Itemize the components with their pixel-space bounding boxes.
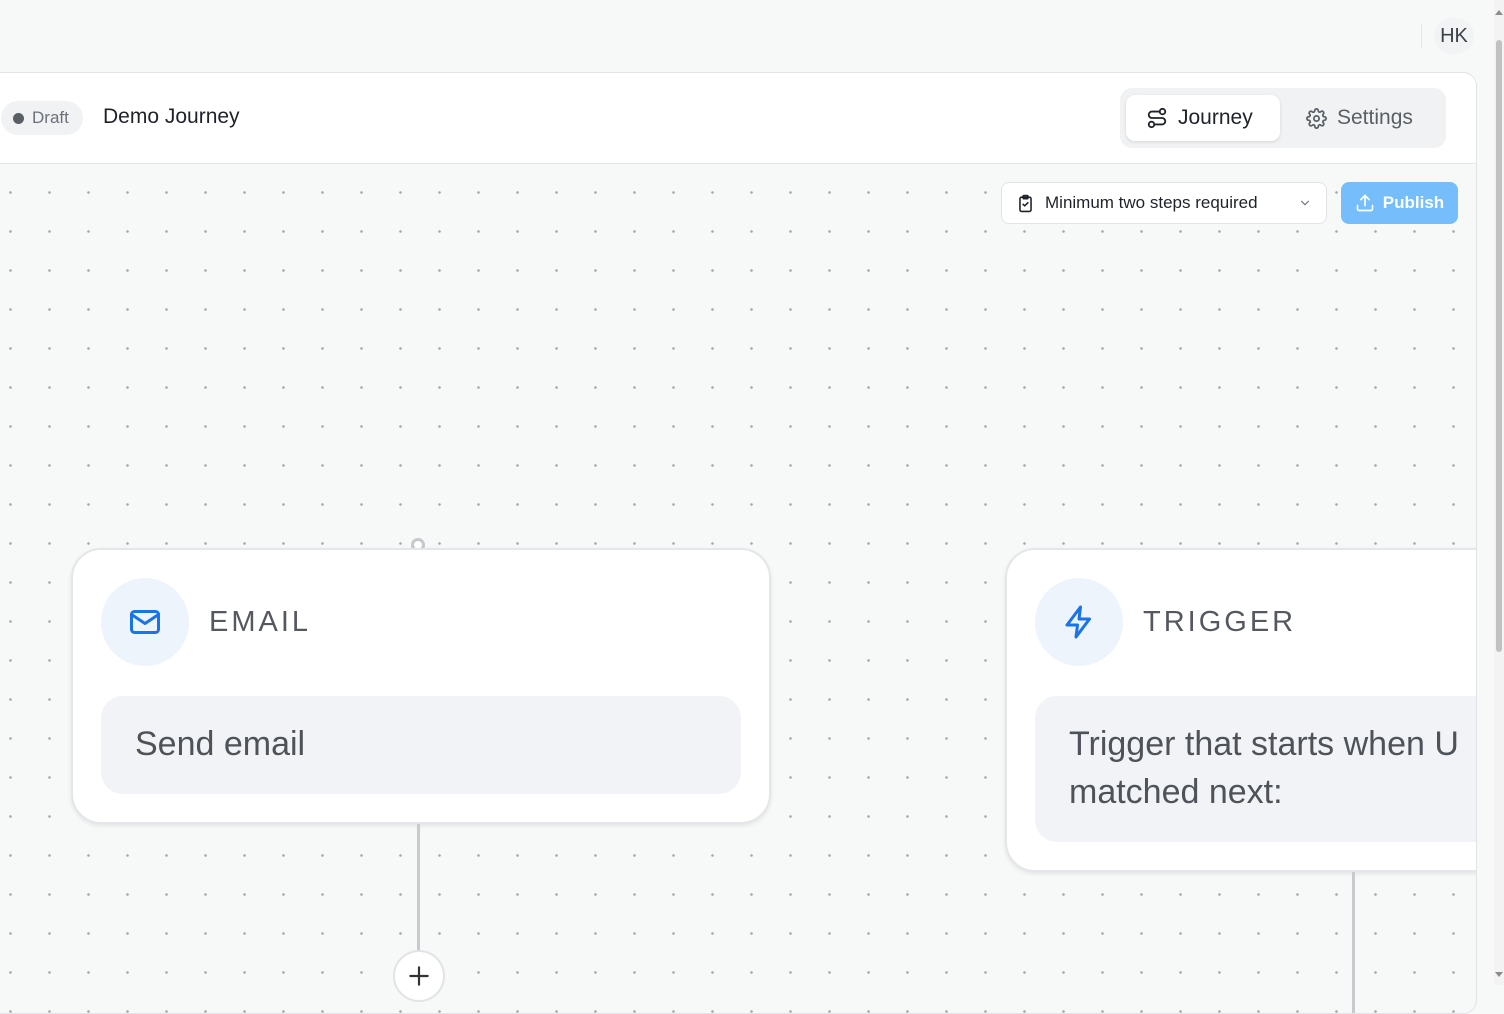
mail-icon (130, 610, 160, 634)
tab-settings[interactable]: Settings (1286, 95, 1440, 141)
tab-journey[interactable]: Journey (1126, 95, 1280, 141)
journey-canvas[interactable]: Minimum two steps required Publish EMAIL… (0, 164, 1476, 1013)
view-switcher: Journey Settings (1120, 88, 1446, 148)
add-step-button[interactable] (393, 950, 445, 1002)
upload-icon (1356, 194, 1374, 212)
scroll-down-arrow-icon[interactable] (1495, 972, 1503, 977)
clipboard-check-icon (1019, 194, 1032, 212)
top-bar: HK (0, 0, 1494, 72)
tab-settings-label: Settings (1337, 106, 1413, 129)
trigger-node-icon-wrap (1035, 578, 1123, 666)
trigger-description-line2: matched next: (1069, 773, 1283, 811)
status-badge-label: Draft (32, 108, 69, 127)
validation-label: Minimum two steps required (1045, 193, 1258, 212)
gear-icon (1306, 107, 1327, 129)
avatar[interactable]: HK (1434, 18, 1474, 54)
trigger-node-type: TRIGGER (1143, 606, 1297, 638)
vertical-scrollbar[interactable] (1494, 0, 1504, 985)
journey-editor-panel: Draft Demo Journey Journey Settings Mini… (0, 72, 1477, 1014)
scroll-up-arrow-icon[interactable] (1495, 10, 1503, 15)
trigger-connector-line (1352, 872, 1355, 1013)
trigger-description-line1: Trigger that starts when U (1069, 725, 1459, 763)
journey-header: Draft Demo Journey Journey Settings (0, 73, 1476, 164)
publish-label: Publish (1382, 193, 1445, 212)
lightning-icon (1065, 605, 1091, 639)
tab-journey-label: Journey (1178, 106, 1253, 129)
chevron-down-icon (1300, 200, 1310, 206)
connector-line (417, 824, 420, 950)
plus-icon (409, 966, 429, 986)
scrollbar-thumb[interactable] (1496, 40, 1502, 652)
journey-title[interactable]: Demo Journey (103, 105, 240, 129)
publish-button[interactable]: Publish (1341, 182, 1458, 224)
route-icon (1147, 107, 1167, 129)
email-node-icon-wrap (101, 578, 189, 666)
status-dot-icon (13, 112, 24, 124)
email-node-type: EMAIL (209, 606, 312, 638)
trigger-node-description: Trigger that starts when U matched next: (1035, 696, 1476, 842)
email-node[interactable]: EMAIL Send email (71, 548, 771, 824)
validation-dropdown[interactable]: Minimum two steps required (1001, 182, 1327, 224)
email-node-description: Send email (101, 696, 741, 794)
trigger-node[interactable]: TRIGGER Trigger that starts when U match… (1005, 548, 1476, 872)
status-badge: Draft (1, 101, 83, 135)
top-bar-divider (1421, 24, 1422, 48)
